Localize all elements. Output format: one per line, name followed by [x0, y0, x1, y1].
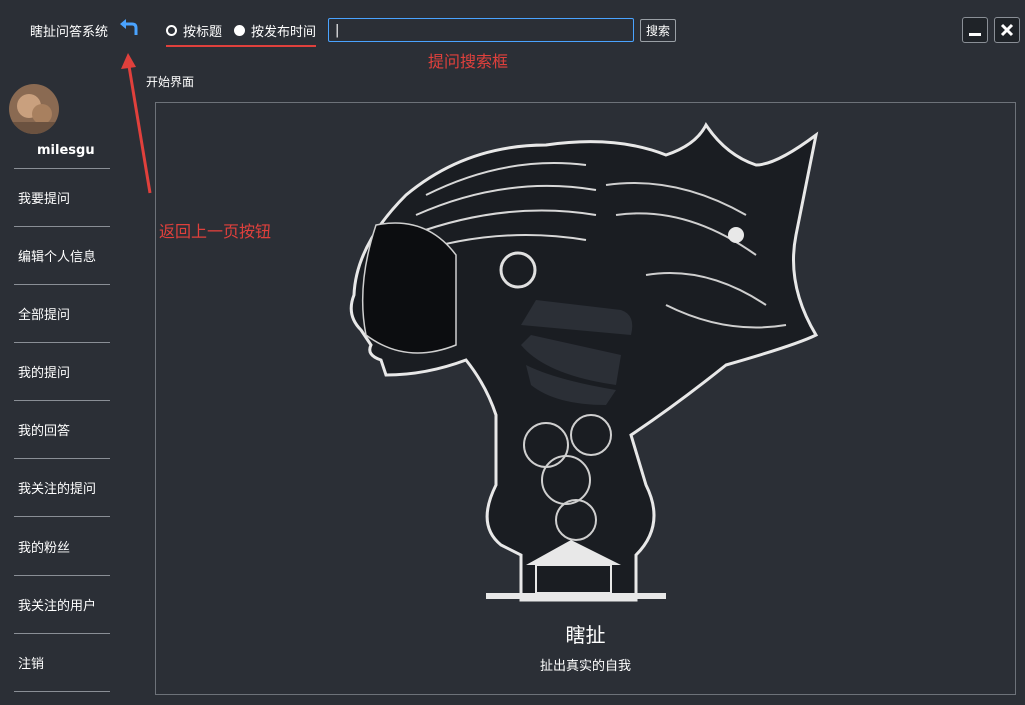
search-button[interactable]: 搜索: [640, 19, 676, 42]
radio-by-time[interactable]: 按发布时间: [234, 21, 316, 40]
search-input[interactable]: [328, 18, 634, 42]
radio-indicator: [234, 25, 246, 36]
radio-label: 按标题: [183, 25, 223, 40]
username: milesgu: [37, 143, 95, 158]
close-button[interactable]: [994, 17, 1020, 43]
sidebar-item-edit-profile[interactable]: 编辑个人信息: [14, 227, 110, 285]
sidebar-item-my-fans[interactable]: 我的粉丝: [14, 518, 110, 576]
minimize-icon: [969, 33, 981, 36]
sidebar-item-followed-questions[interactable]: 我关注的提问: [14, 459, 110, 517]
avatar[interactable]: [9, 84, 59, 134]
hero-subtitle: 扯出真实的自我: [539, 659, 631, 674]
sidebar-item-logout[interactable]: 注销: [14, 634, 110, 692]
minimize-button[interactable]: [962, 17, 988, 43]
sidebar-item-my-questions[interactable]: 我的提问: [14, 343, 110, 401]
content-panel: 瞎扯 扯出真实的自我: [155, 102, 1016, 695]
app-title: 瞎扯问答系统: [30, 25, 109, 40]
hero-title: 瞎扯: [565, 623, 606, 647]
radio-indicator: [166, 25, 177, 36]
close-icon: [1000, 23, 1014, 37]
back-button[interactable]: [118, 19, 140, 39]
search-mode-group: 按标题 按发布时间: [166, 21, 316, 40]
hero-illustration: [349, 122, 819, 602]
radio-label: 按发布时间: [251, 25, 317, 40]
annotation-underline: [166, 45, 316, 47]
sidebar-item-all-questions[interactable]: 全部提问: [14, 285, 110, 343]
sidebar-item-ask[interactable]: 我要提问: [14, 169, 110, 227]
search-box-annotation: 提问搜索框: [428, 52, 509, 71]
radio-by-title[interactable]: 按标题: [166, 21, 222, 40]
sidebar-item-followed-users[interactable]: 我关注的用户: [14, 576, 110, 634]
undo-arrow-icon: [120, 19, 138, 35]
breadcrumb: 开始界面: [146, 75, 195, 89]
sidebar-item-my-answers[interactable]: 我的回答: [14, 401, 110, 459]
